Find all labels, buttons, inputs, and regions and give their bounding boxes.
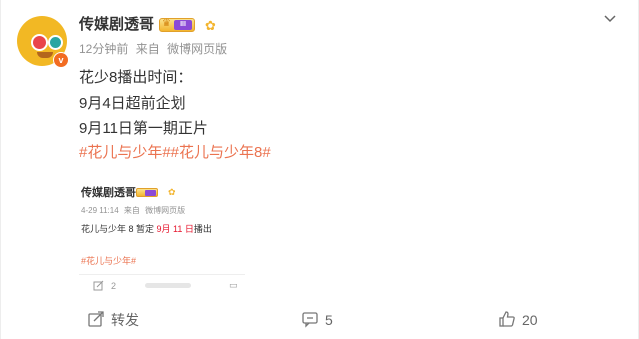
quoted-meta: 4-29 11:14 来自 微博网页版 (81, 206, 188, 216)
avatar-mouth (37, 52, 53, 58)
quoted-vip-badge-icon (136, 188, 158, 197)
like-button[interactable]: 20 (498, 309, 538, 331)
post-hashtags[interactable]: #花儿与少年##花儿与少年8# (79, 143, 271, 163)
comment-count: 5 (325, 312, 333, 328)
avatar-eye-left (31, 34, 48, 51)
quoted-more-icon[interactable]: ▭ (229, 279, 238, 291)
quoted-source-prefix: 来自 (123, 206, 140, 215)
verified-badge-icon: v (53, 52, 69, 68)
sunflower-badge-icon[interactable]: ✿ (205, 18, 216, 34)
thumbs-up-icon (498, 310, 516, 328)
quoted-blurred-placeholder (145, 283, 191, 288)
comment-button[interactable]: 5 (301, 309, 333, 331)
crown-icon: ♛ (162, 18, 171, 29)
quoted-username[interactable]: 传媒剧透哥 (81, 186, 136, 200)
quoted-repost-count: 2 (111, 281, 117, 291)
like-count: 20 (522, 312, 538, 328)
post-action-bar: 转发 5 20 (1, 303, 639, 339)
quoted-post[interactable]: 传媒剧透哥 ✿ 4-29 11:14 来自 微博网页版 花儿与少年 8 暂定 9… (79, 180, 245, 298)
quoted-hashtag[interactable]: #花儿与少年# (81, 255, 136, 267)
post-source: 微博网页版 (167, 42, 228, 56)
comment-icon (301, 310, 319, 328)
post-text-line: 9月4日超前企划 (79, 95, 186, 112)
post-meta: 12分钟前 来自 微博网页版 (79, 41, 231, 57)
repost-icon (87, 310, 105, 328)
post-username[interactable]: 传媒剧透哥 (79, 15, 154, 35)
post-source-prefix: 来自 (135, 42, 160, 56)
quoted-sunflower-badge-icon: ✿ (168, 187, 176, 197)
quoted-action-bar: 2 ▭ (79, 274, 245, 296)
quoted-text: 花儿与少年 8 暂定 9月 11 日播出 (81, 223, 212, 235)
repost-button[interactable]: 转发 (87, 309, 139, 331)
quoted-text-highlight: 9月 11 日 (156, 224, 194, 234)
quoted-vip-level-icon (145, 190, 156, 196)
repost-label: 转发 (111, 312, 139, 328)
quoted-repost-icon[interactable] (93, 280, 104, 295)
weibo-post-card: v 传媒剧透哥 ♛ III ✿ 12分钟前 来自 微博网页版 花少8播出时间： … (0, 0, 639, 339)
quoted-source: 微博网页版 (145, 206, 186, 215)
quoted-text-before: 花儿与少年 8 暂定 (81, 224, 157, 234)
avatar-eye-right (48, 35, 63, 50)
post-text-line: 9月11日第一期正片 (79, 120, 208, 137)
vip-level-label: III (174, 20, 192, 30)
vip-level-badge-icon[interactable]: ♛ III (159, 18, 195, 32)
chevron-down-icon[interactable] (601, 12, 619, 28)
quoted-date[interactable]: 4-29 11:14 (81, 206, 119, 215)
post-time[interactable]: 12分钟前 (79, 42, 128, 56)
post-text-line: 花少8播出时间： (79, 69, 193, 86)
quoted-text-after: 播出 (193, 224, 212, 234)
